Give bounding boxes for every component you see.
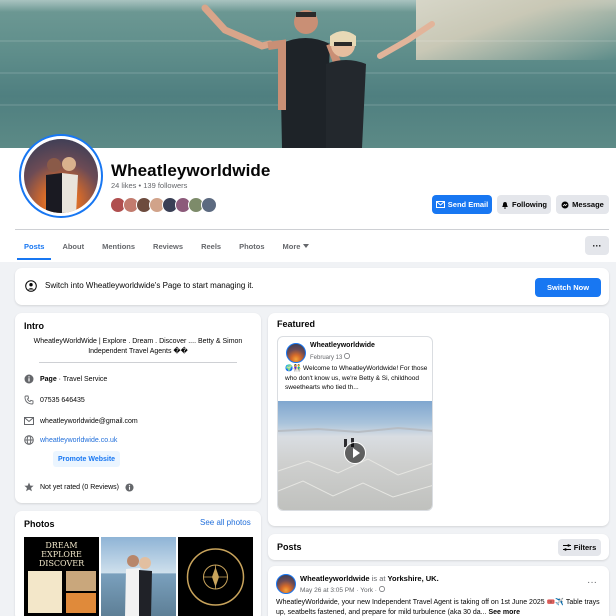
intro-title: Intro (24, 321, 44, 331)
avatar[interactable] (286, 343, 306, 363)
avatar[interactable] (276, 574, 296, 594)
tab-reviews[interactable]: Reviews (144, 232, 192, 260)
switch-page-text: Switch into Wheatleyworldwide's Page to … (45, 281, 254, 290)
intro-bio: WheatleyWorldWide | Explore . Dream . Di… (33, 338, 243, 355)
following-button[interactable]: Following (497, 195, 551, 214)
category-page-label: Page (40, 375, 57, 383)
post-meta: May 26 at 3:05 PM · York · (300, 586, 385, 594)
post-location[interactable]: Yorkshire, UK. (388, 574, 439, 583)
follower-avatars[interactable] (110, 197, 217, 213)
featured-text: 🌍👫 Welcome to WheatleyWorldwide! For tho… (285, 365, 428, 391)
profile-switch-icon (25, 280, 37, 292)
page-title: Wheatleyworldwide (111, 161, 271, 180)
avatar-couple (46, 157, 78, 213)
tab-more-label: More (282, 241, 301, 251)
brand-logo (186, 548, 245, 606)
switch-page-card: Switch into Wheatleyworldwide's Page to … (15, 268, 609, 305)
promote-website-button[interactable]: Promote Website (53, 451, 121, 467)
thumb-line: DREAM (45, 541, 78, 550)
intro-phone: 07535 646435 (24, 395, 85, 405)
message-label: Message (572, 200, 604, 209)
email-icon (24, 417, 34, 425)
post-header: Wheatleyworldwide is at Yorkshire, UK. (300, 574, 439, 583)
couple-photo (125, 555, 152, 616)
filters-button[interactable]: Filters (558, 539, 601, 556)
intro-category: Page · Travel Service (24, 374, 107, 384)
see-all-photos-link[interactable]: See all photos (200, 518, 251, 527)
info-icon (24, 374, 34, 384)
more-options-button[interactable]: ··· (585, 236, 609, 255)
category-label: · Travel Service (56, 375, 108, 383)
intro-rating: Not yet rated (0 Reviews) (24, 482, 134, 492)
filters-label: Filters (573, 543, 597, 552)
cover-photo[interactable] (0, 0, 616, 148)
following-label: Following (512, 200, 547, 209)
see-more-link[interactable]: See more (488, 609, 520, 616)
globe-icon (24, 435, 34, 445)
tab-reels[interactable]: Reels (192, 232, 230, 260)
follower-avatar[interactable] (201, 197, 217, 213)
posts-title: Posts (277, 542, 302, 552)
globe-icon (378, 586, 385, 592)
rating-text: Not yet rated (0 Reviews) (40, 483, 119, 491)
featured-author[interactable]: Wheatleyworldwide (310, 342, 375, 349)
post-body: WheatleyWorldwide, your new Independent … (276, 598, 601, 616)
photo-thumbnail[interactable] (178, 537, 253, 616)
thumb-card (28, 571, 62, 613)
messenger-icon (561, 201, 569, 208)
photos-title: Photos (24, 519, 55, 529)
tab-about[interactable]: About (53, 232, 93, 260)
envelope-icon (435, 201, 445, 208)
profile-avatar[interactable] (19, 134, 103, 218)
post-options-icon[interactable]: ··· (587, 577, 597, 588)
sliders-icon (562, 544, 571, 551)
star-icon (24, 482, 34, 492)
intro-email: wheatleyworldwide@gmail.com (24, 416, 138, 426)
bell-icon (502, 201, 508, 209)
thumb-line: EXPLORE (41, 550, 82, 559)
photo-thumbnail[interactable] (101, 537, 176, 616)
featured-post[interactable]: Wheatleyworldwide February 13 🌍👫 Welcome… (277, 336, 433, 511)
send-email-button[interactable]: Send Email (432, 195, 492, 214)
featured-date: February 13 (310, 353, 350, 361)
globe-icon (344, 353, 350, 359)
thumb-photo (66, 593, 96, 613)
switch-now-button[interactable]: Switch Now (535, 278, 601, 297)
message-button[interactable]: Message (556, 195, 609, 214)
featured-title: Featured (277, 319, 316, 329)
photo-thumbnail[interactable]: DREAM EXPLORE DISCOVER (24, 537, 99, 616)
post-text: WheatleyWorldwide, your new Independent … (276, 599, 600, 616)
thumb-photo (66, 571, 96, 591)
post-author[interactable]: Wheatleyworldwide (300, 574, 370, 583)
tab-photos[interactable]: Photos (230, 232, 273, 260)
caret-down-icon (303, 244, 310, 248)
tab-posts[interactable]: Posts (15, 232, 53, 260)
website-link[interactable]: wheatleyworldwide.co.uk (40, 437, 117, 444)
email-address[interactable]: wheatleyworldwide@gmail.com (40, 418, 138, 425)
featured-date-text: February 13 (310, 355, 343, 361)
tab-mentions[interactable]: Mentions (93, 232, 144, 260)
play-icon[interactable] (344, 442, 366, 464)
info-icon[interactable] (125, 482, 134, 492)
phone-number: 07535 646435 (40, 396, 85, 404)
intro-divider (39, 362, 237, 363)
header-divider (15, 229, 609, 230)
post-is-at: is at (369, 574, 388, 583)
intro-website: wheatleyworldwide.co.uk (24, 435, 117, 445)
phone-icon (24, 395, 34, 405)
post-timestamp[interactable]: May 26 at 3:05 PM · York · (300, 587, 377, 594)
send-email-label: Send Email (447, 200, 489, 209)
page-stats[interactable]: 24 likes • 139 followers (111, 181, 187, 190)
tab-more[interactable]: More (274, 232, 319, 260)
intro-card: Intro WheatleyWorldWide | Explore . Drea… (15, 313, 261, 503)
page-tabs: Posts About Mentions Reviews Reels Photo… (15, 232, 318, 260)
cover-people (201, 4, 435, 148)
thumb-line: DISCOVER (38, 559, 85, 568)
